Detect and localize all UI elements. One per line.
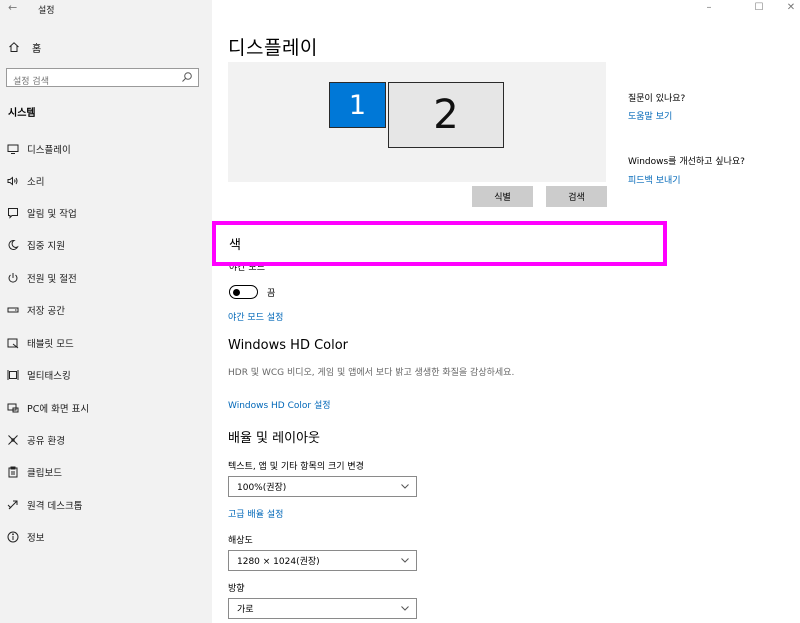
sidebar-item-project-to-pc[interactable]: PC에 화면 표시 — [0, 396, 212, 420]
identify-button[interactable]: 식별 — [472, 186, 533, 207]
project-icon — [6, 401, 20, 415]
scale-label: 텍스트, 앱 및 기타 항목의 크기 변경 — [228, 462, 364, 472]
chevron-down-icon — [401, 558, 409, 563]
orientation-label: 방향 — [228, 584, 245, 594]
monitor-icon — [6, 142, 20, 156]
resolution-value: 1280 × 1024(권장) — [237, 557, 320, 567]
sidebar-item-tablet-mode[interactable]: 태블릿 모드 — [0, 331, 212, 355]
sidebar-item-label: 멀티태스킹 — [27, 371, 71, 382]
sidebar-item-multitasking[interactable]: 멀티태스킹 — [0, 363, 212, 387]
detect-button[interactable]: 검색 — [546, 186, 607, 207]
advanced-scaling-link[interactable]: 고급 배율 설정 — [228, 507, 283, 520]
sidebar-item-notifications[interactable]: 알림 및 작업 — [0, 201, 212, 225]
minimize-icon[interactable]: – — [702, 2, 716, 13]
sidebar-item-label: 전원 및 절전 — [27, 274, 77, 285]
sidebar-item-label: 저장 공간 — [27, 306, 65, 317]
home-icon — [9, 42, 19, 52]
sidebar-item-label: 태블릿 모드 — [27, 339, 74, 350]
highlight-box — [212, 221, 667, 266]
help-question: 질문이 있나요? — [628, 94, 686, 104]
sidebar-item-about[interactable]: 정보 — [0, 525, 212, 549]
sidebar-item-label: 공유 환경 — [27, 436, 65, 447]
sidebar-item-shared-experiences[interactable]: 공유 환경 — [0, 428, 212, 452]
sidebar-item-focus-assist[interactable]: 집중 지원 — [0, 233, 212, 257]
scale-dropdown[interactable]: 100%(권장) — [228, 476, 417, 497]
scale-layout-heading: 배율 및 레이아웃 — [228, 431, 320, 446]
sidebar-item-storage[interactable]: 저장 공간 — [0, 298, 212, 322]
sidebar-item-label: 클립보드 — [27, 468, 62, 479]
speaker-icon — [6, 174, 20, 188]
sidebar-item-label: 원격 데스크톱 — [27, 501, 83, 512]
back-arrow-icon[interactable]: ← — [8, 1, 17, 14]
hd-color-heading: Windows HD Color — [228, 338, 349, 353]
night-light-toggle[interactable] — [229, 285, 258, 299]
toggle-state-label: 끔 — [267, 289, 276, 299]
info-icon — [6, 530, 20, 544]
hd-color-settings-link[interactable]: Windows HD Color 설정 — [228, 398, 331, 411]
sidebar-item-label: 디스플레이 — [27, 145, 71, 156]
sidebar-item-label: 집중 지원 — [27, 241, 65, 252]
power-icon — [6, 271, 20, 285]
feedback-question: Windows를 개선하고 싶나요? — [628, 157, 745, 167]
get-help-link[interactable]: 도움말 보기 — [628, 109, 672, 122]
multitasking-icon — [6, 368, 20, 382]
sidebar: ← 설정 홈 시스템 디스플레이 소리 알림 및 작업 — [0, 0, 212, 623]
give-feedback-link[interactable]: 피드백 보내기 — [628, 173, 681, 186]
sidebar-item-remote-desktop[interactable]: 원격 데스크톱 — [0, 493, 212, 517]
monitor-1[interactable]: 1 — [329, 82, 386, 128]
close-icon[interactable]: ✕ — [784, 2, 798, 13]
moon-icon — [6, 238, 20, 252]
maximize-icon[interactable]: ☐ — [752, 2, 766, 13]
storage-icon — [6, 303, 20, 317]
tablet-icon — [6, 336, 20, 350]
sidebar-item-display[interactable]: 디스플레이 — [0, 137, 212, 161]
night-light-settings-link[interactable]: 야간 모드 설정 — [228, 310, 283, 323]
hd-color-description: HDR 및 WCG 비디오, 게임 및 앱에서 보다 밝고 생생한 화질을 감상… — [228, 368, 515, 378]
sidebar-item-label: PC에 화면 표시 — [27, 404, 90, 415]
title-bar: ← 설정 — [0, 0, 212, 18]
section-title: 시스템 — [8, 108, 36, 119]
sidebar-item-label: 알림 및 작업 — [27, 209, 77, 220]
toggle-knob — [233, 288, 240, 296]
share-icon — [6, 433, 20, 447]
clipboard-icon — [6, 465, 20, 479]
sidebar-item-power[interactable]: 전원 및 절전 — [0, 266, 212, 290]
sidebar-item-label: 정보 — [27, 533, 45, 544]
resolution-label: 해상도 — [228, 536, 253, 546]
chevron-down-icon — [401, 606, 409, 611]
orientation-value: 가로 — [237, 605, 254, 615]
home-nav-item[interactable]: 홈 — [8, 40, 42, 55]
search-input[interactable] — [7, 73, 173, 91]
notification-icon — [6, 206, 20, 220]
monitor-2[interactable]: 2 — [388, 82, 504, 148]
settings-search[interactable] — [6, 68, 199, 91]
window-controls: – ☐ ✕ — [680, 0, 800, 18]
sidebar-item-clipboard[interactable]: 클립보드 — [0, 460, 212, 484]
sidebar-item-sound[interactable]: 소리 — [0, 169, 212, 193]
home-label: 홈 — [32, 43, 42, 55]
remote-desktop-icon — [6, 498, 20, 512]
night-light-label: 야간 모드 — [229, 266, 265, 273]
resolution-dropdown[interactable]: 1280 × 1024(권장) — [228, 550, 417, 571]
window-title: 설정 — [38, 6, 55, 16]
page-title: 디스플레이 — [228, 37, 318, 59]
sidebar-item-label: 소리 — [27, 177, 45, 188]
monitor-arrangement: 1 2 — [228, 62, 606, 182]
search-icon[interactable] — [181, 71, 193, 83]
scale-value: 100%(권장) — [237, 483, 287, 493]
chevron-down-icon — [401, 484, 409, 489]
orientation-dropdown[interactable]: 가로 — [228, 598, 417, 619]
